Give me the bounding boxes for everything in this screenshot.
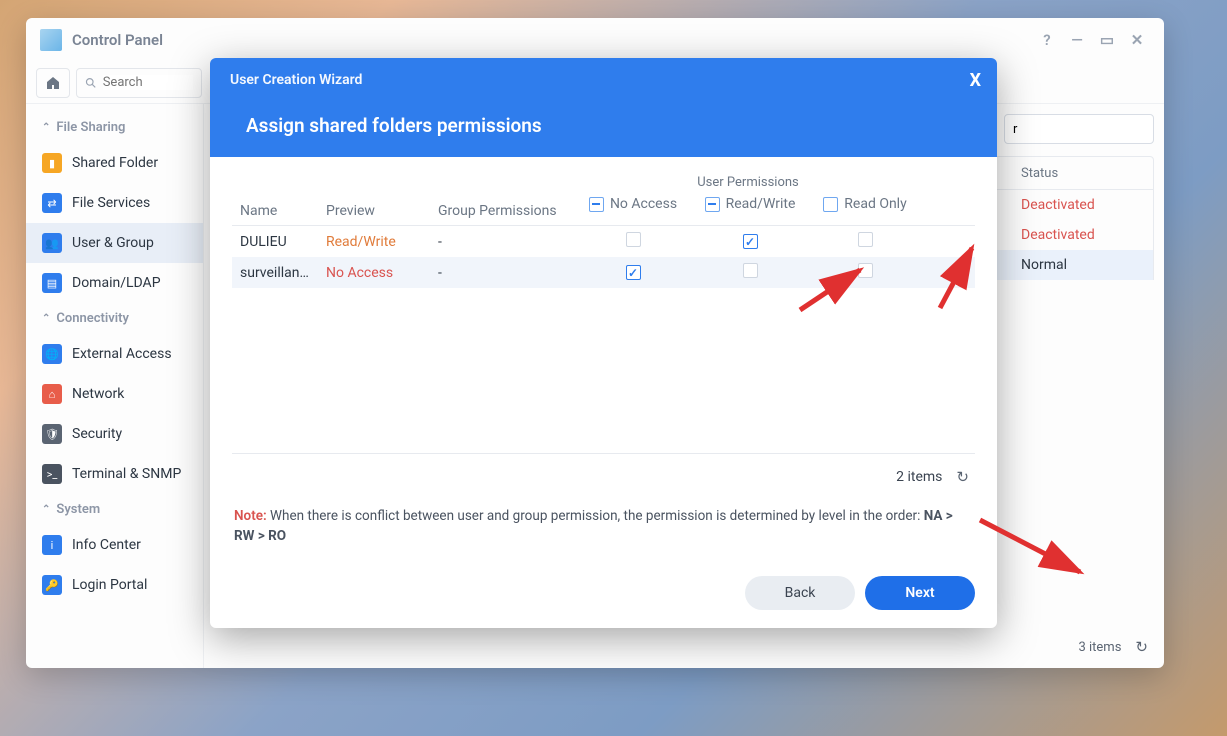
- app-icon: [40, 29, 62, 51]
- search-input[interactable]: [103, 75, 193, 90]
- column-preview: Preview: [326, 197, 438, 225]
- sidebar-item-domain-ldap[interactable]: ▤Domain/LDAP: [26, 263, 203, 303]
- modal-actions: Back Next: [210, 562, 997, 628]
- column-group-permissions: Group Permissions: [438, 197, 576, 225]
- permission-row: DULIEU Read/Write -: [232, 226, 975, 257]
- user-creation-wizard: User Creation Wizard X Assign shared fol…: [210, 58, 997, 628]
- item-count: 3 items: [1078, 640, 1121, 655]
- sidebar-item-info-center[interactable]: iInfo Center: [26, 525, 203, 565]
- checkbox-indeterminate-icon: [589, 197, 604, 212]
- maximize-button[interactable]: ▭: [1094, 27, 1120, 53]
- header-read-only[interactable]: Read Only: [810, 196, 920, 212]
- filter-input[interactable]: [1004, 114, 1154, 144]
- sidebar-group-connectivity[interactable]: ⌃Connectivity: [26, 303, 203, 334]
- chevron-up-icon: ⌃: [42, 122, 50, 133]
- checkbox-read-write[interactable]: [743, 234, 758, 249]
- sidebar-item-terminal-snmp[interactable]: >_Terminal & SNMP: [26, 454, 203, 494]
- close-modal-button[interactable]: X: [970, 70, 981, 91]
- help-button[interactable]: ?: [1034, 27, 1060, 53]
- sidebar-item-login-portal[interactable]: 🔑Login Portal: [26, 565, 203, 605]
- sidebar-item-user-group[interactable]: 👥User & Group: [26, 223, 203, 263]
- key-icon: 🔑: [42, 575, 62, 595]
- sidebar: ⌃File Sharing ▮Shared Folder ⇄File Servi…: [26, 104, 204, 668]
- globe-icon: 🌐: [42, 344, 62, 364]
- column-status: Status: [1021, 166, 1141, 181]
- sidebar-item-security[interactable]: 🛡Security: [26, 414, 203, 454]
- column-user-permissions: User Permissions: [576, 175, 920, 190]
- sidebar-item-network[interactable]: ⌂Network: [26, 374, 203, 414]
- page-title: Assign shared folders permissions: [246, 114, 977, 137]
- table-footer: 3 items ↻: [1078, 638, 1148, 656]
- close-button[interactable]: ✕: [1124, 27, 1150, 53]
- window-titlebar: Control Panel ? — ▭ ✕: [26, 18, 1164, 62]
- modal-header: User Creation Wizard X Assign shared fol…: [210, 58, 997, 157]
- checkbox-indeterminate-icon: [705, 197, 720, 212]
- home-button[interactable]: [36, 68, 70, 98]
- services-icon: ⇄: [42, 193, 62, 213]
- permissions-count-bar: 2 items ↻: [232, 453, 975, 500]
- search-field[interactable]: [76, 68, 202, 98]
- header-read-write[interactable]: Read/Write: [690, 196, 810, 212]
- back-button[interactable]: Back: [745, 576, 855, 610]
- shield-icon: 🛡: [42, 424, 62, 444]
- checkbox-read-only[interactable]: [858, 263, 873, 278]
- users-icon: 👥: [42, 233, 62, 253]
- window-title: Control Panel: [72, 31, 163, 49]
- checkbox-no-access[interactable]: [626, 232, 641, 247]
- checkbox-read-write[interactable]: [743, 263, 758, 278]
- sidebar-group-system[interactable]: ⌃System: [26, 494, 203, 525]
- ldap-icon: ▤: [42, 273, 62, 293]
- info-icon: i: [42, 535, 62, 555]
- minimize-button[interactable]: —: [1064, 27, 1090, 53]
- sidebar-item-external-access[interactable]: 🌐External Access: [26, 334, 203, 374]
- permission-row: surveillan… No Access -: [232, 257, 975, 288]
- reload-button[interactable]: ↻: [1135, 638, 1148, 656]
- terminal-icon: >_: [42, 464, 62, 484]
- checkbox-read-only[interactable]: [858, 232, 873, 247]
- sidebar-item-shared-folder[interactable]: ▮Shared Folder: [26, 143, 203, 183]
- network-icon: ⌂: [42, 384, 62, 404]
- chevron-up-icon: ⌃: [42, 504, 50, 515]
- folder-icon: ▮: [42, 153, 62, 173]
- reload-button[interactable]: ↻: [956, 468, 969, 486]
- checkbox-no-access[interactable]: [626, 265, 641, 280]
- sidebar-group-file-sharing[interactable]: ⌃File Sharing: [26, 112, 203, 143]
- next-button[interactable]: Next: [865, 576, 975, 610]
- chevron-up-icon: ⌃: [42, 313, 50, 324]
- header-no-access[interactable]: No Access: [576, 196, 690, 212]
- wizard-title: User Creation Wizard: [230, 72, 977, 88]
- sidebar-item-file-services[interactable]: ⇄File Services: [26, 183, 203, 223]
- search-icon: [85, 76, 97, 90]
- home-icon: [45, 75, 61, 91]
- note-text: Note: When there is conflict between use…: [232, 500, 975, 553]
- checkbox-icon: [823, 197, 838, 212]
- column-name: Name: [232, 197, 326, 225]
- permissions-header: Name Preview Group Permissions User Perm…: [232, 175, 975, 226]
- item-count: 2 items: [896, 469, 942, 485]
